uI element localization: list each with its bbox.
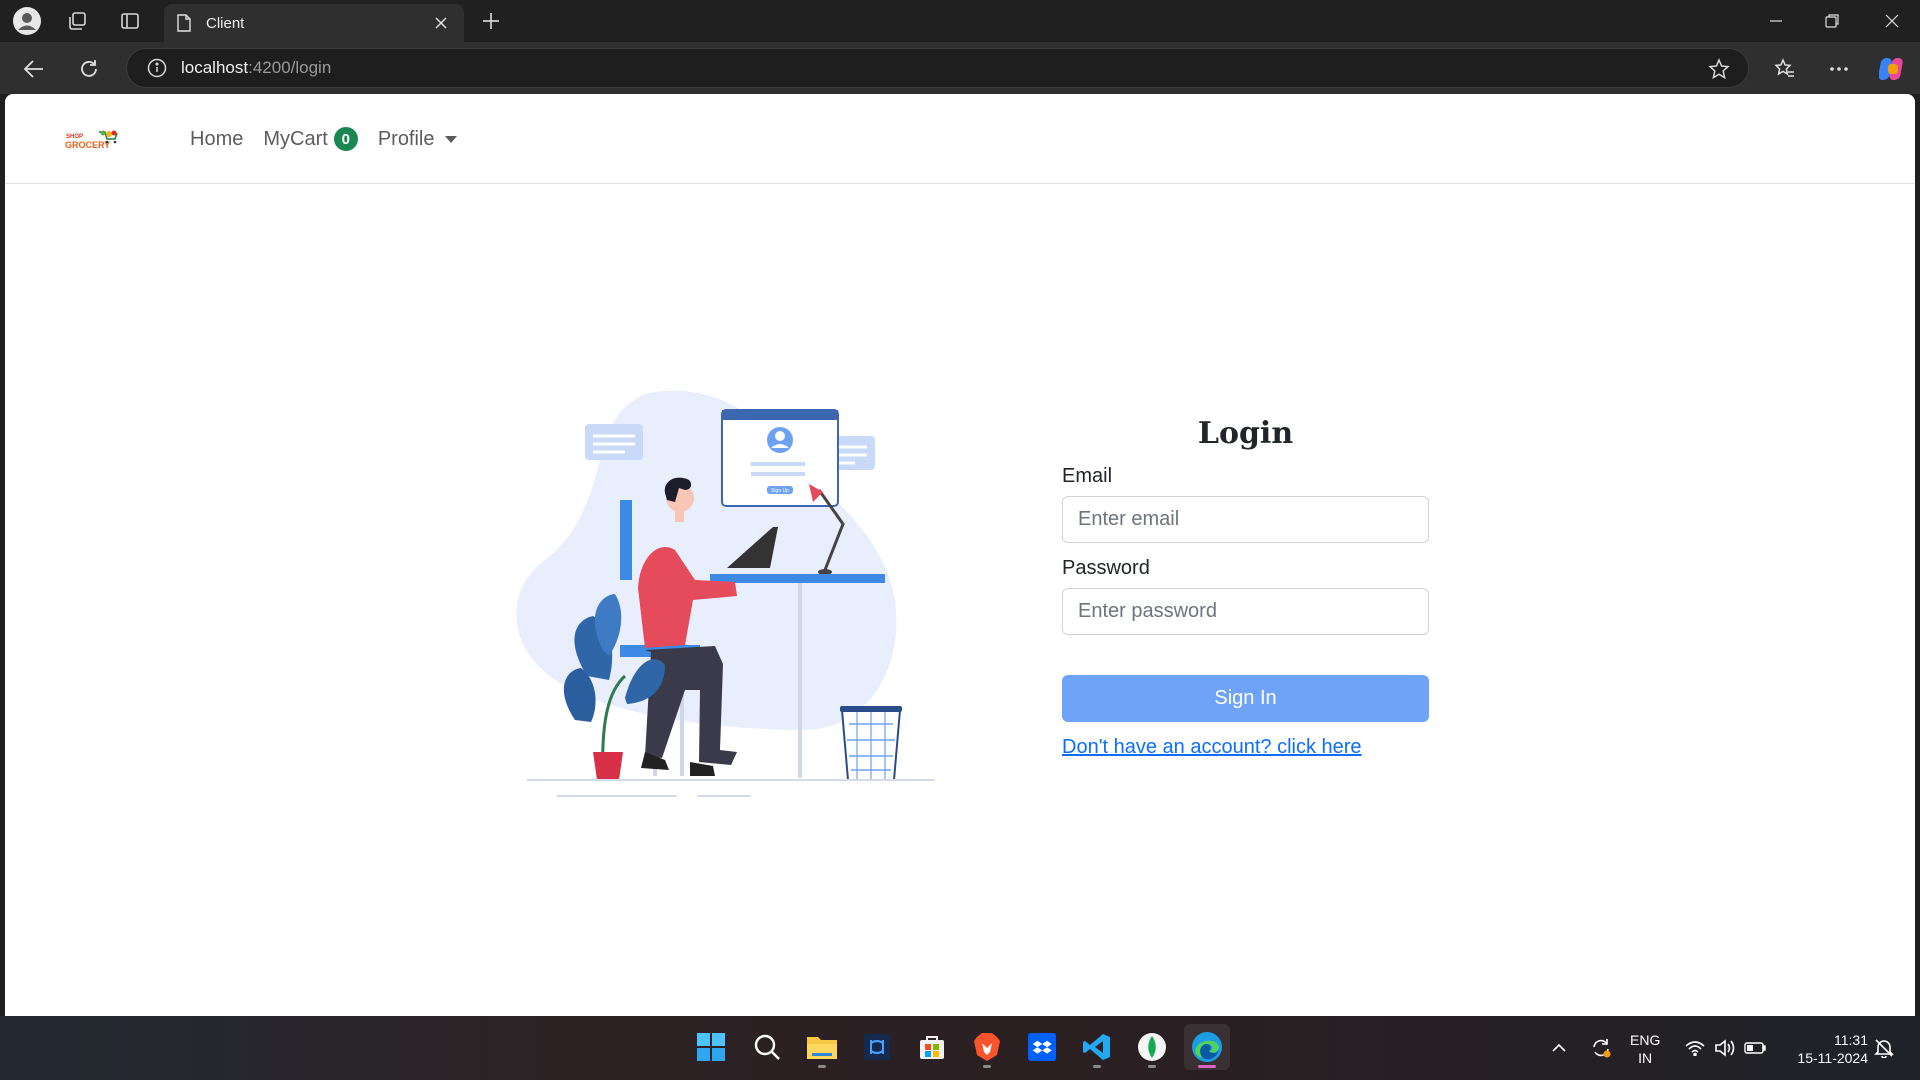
nav-links: Home MyCart 0 Profile (190, 127, 477, 151)
running-indicator (818, 1065, 826, 1068)
login-illustration: Sign Up (516, 390, 935, 797)
new-tab-icon[interactable] (476, 6, 506, 36)
password-input[interactable] (1062, 588, 1429, 635)
language-indicator[interactable]: ENG IN (1630, 1031, 1660, 1067)
brave-browser-icon[interactable] (964, 1024, 1010, 1070)
microsoft-store-icon[interactable] (909, 1024, 955, 1070)
password-label: Password (1062, 557, 1150, 579)
svg-text:GROCERY: GROCERY (65, 140, 110, 150)
search-icon[interactable] (744, 1024, 790, 1070)
workspaces-icon[interactable] (62, 6, 92, 36)
more-menu-icon[interactable] (1822, 52, 1856, 86)
restore-icon[interactable] (1804, 0, 1860, 42)
login-title: Login (1197, 416, 1294, 451)
running-indicator (983, 1065, 991, 1068)
notification-bell-icon[interactable] (1874, 1016, 1900, 1080)
active-indicator (1198, 1065, 1216, 1068)
volume-icon[interactable] (1714, 1016, 1740, 1080)
profile-icon[interactable] (12, 6, 42, 36)
start-icon[interactable] (688, 1024, 734, 1070)
email-label: Email (1062, 465, 1113, 487)
site-info-icon[interactable] (147, 58, 167, 78)
favorite-star-icon[interactable] (1708, 58, 1730, 80)
caret-down-icon (444, 135, 457, 143)
running-indicator (1093, 1065, 1101, 1068)
email-input[interactable] (1062, 496, 1429, 543)
vscode-icon[interactable] (1074, 1024, 1120, 1070)
favorites-icon[interactable] (1768, 52, 1802, 86)
site-navbar: SHOP GROCERY Home MyCart 0 Profile (5, 94, 1915, 184)
nav-mycart-link[interactable]: MyCart 0 (263, 127, 358, 151)
mongodb-compass-icon[interactable] (1129, 1024, 1175, 1070)
system-clock[interactable]: 11:31 15-11-2024 (1780, 1031, 1868, 1067)
wifi-icon[interactable] (1685, 1016, 1711, 1080)
windows-taskbar: ENG IN 11:31 15-11-2024 (0, 1016, 1920, 1080)
browser-tab-bar: Client (0, 0, 1920, 42)
nav-profile-dropdown[interactable]: Profile (378, 128, 457, 151)
dropbox-icon[interactable] (1019, 1024, 1065, 1070)
url-text: localhost:4200/login (181, 58, 332, 77)
profile-label: Profile (377, 127, 435, 150)
grocery-logo[interactable]: SHOP GROCERY (65, 128, 123, 154)
tab-title: Client (206, 14, 245, 32)
close-tab-icon[interactable] (430, 12, 452, 34)
sync-icon[interactable] (1590, 1016, 1620, 1080)
refresh-icon[interactable] (72, 52, 106, 86)
close-window-icon[interactable] (1864, 0, 1920, 42)
register-link[interactable]: Don't have an account? click here (1062, 736, 1429, 759)
show-hidden-icons-chevron-icon[interactable] (1552, 1016, 1576, 1080)
address-toolbar: localhost:4200/login (0, 42, 1920, 94)
page-viewport: SHOP GROCERY Home MyCart 0 Profile Sign … (5, 94, 1915, 1016)
file-explorer-icon[interactable] (799, 1024, 845, 1070)
back-arrow-icon[interactable] (17, 52, 51, 86)
url-field[interactable]: localhost:4200/login (126, 48, 1749, 88)
copilot-icon[interactable] (1876, 52, 1910, 86)
page-icon (177, 14, 191, 32)
running-indicator (1148, 1065, 1156, 1068)
login-form: Login Email Password Sign In Don't have … (1062, 416, 1429, 759)
mycart-label: MyCart (263, 127, 328, 150)
cart-count-badge: 0 (333, 127, 358, 151)
edge-browser-icon[interactable] (1184, 1024, 1230, 1070)
battery-icon[interactable] (1744, 1016, 1772, 1080)
svg-text:Sign Up: Sign Up (771, 488, 789, 494)
minimize-icon[interactable] (1748, 0, 1804, 42)
nav-home-link[interactable]: Home (190, 128, 243, 151)
browser-tab-client[interactable]: Client (164, 4, 464, 42)
tab-actions-icon[interactable] (115, 6, 145, 36)
sign-in-button[interactable]: Sign In (1062, 675, 1429, 722)
sql-tool-icon[interactable] (854, 1024, 900, 1070)
